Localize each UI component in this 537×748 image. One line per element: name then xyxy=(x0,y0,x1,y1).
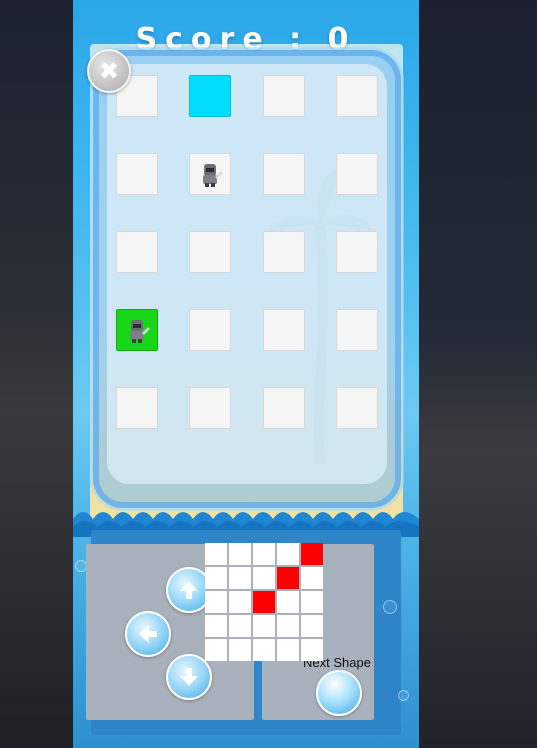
board-cell[interactable] xyxy=(336,153,378,195)
next-shape-cell xyxy=(301,591,323,613)
board-cell[interactable] xyxy=(263,153,305,195)
board-cell[interactable] xyxy=(116,153,158,195)
close-button[interactable]: ✖ xyxy=(87,49,131,93)
next-shape-cell xyxy=(205,639,227,661)
close-icon: ✖ xyxy=(98,57,120,85)
next-shape-cell xyxy=(253,639,275,661)
arrow-up-icon xyxy=(180,581,198,599)
next-shape-cell xyxy=(229,543,251,565)
board-cell[interactable] xyxy=(336,387,378,429)
next-shape-cell xyxy=(301,639,323,661)
next-shape-cell xyxy=(301,543,323,565)
next-shape-cell xyxy=(277,615,299,637)
next-shape-cell xyxy=(205,543,227,565)
move-left-button[interactable] xyxy=(125,611,171,657)
next-shape-cell xyxy=(253,567,275,589)
arrow-left-icon xyxy=(139,625,157,643)
next-shape-cell xyxy=(277,543,299,565)
bubble-decoration xyxy=(383,600,397,614)
next-shape-cell xyxy=(229,567,251,589)
board-cell[interactable] xyxy=(189,153,231,195)
background-right xyxy=(419,0,537,748)
board-cell[interactable] xyxy=(263,75,305,117)
next-shape-cell xyxy=(253,543,275,565)
knight-icon xyxy=(196,160,224,188)
next-shape-cell xyxy=(205,615,227,637)
board-cell[interactable] xyxy=(189,387,231,429)
board-cell[interactable] xyxy=(336,309,378,351)
next-shape-cell xyxy=(301,567,323,589)
next-shape-grid xyxy=(205,543,323,661)
next-shape-cell xyxy=(205,567,227,589)
board-cell[interactable] xyxy=(263,309,305,351)
board-frame xyxy=(93,50,401,508)
board-cell[interactable] xyxy=(263,231,305,273)
next-shape-cell xyxy=(229,615,251,637)
board-cell[interactable] xyxy=(189,309,231,351)
next-shape-cell xyxy=(229,639,251,661)
next-shape-cell xyxy=(253,591,275,613)
next-shape-cell xyxy=(277,591,299,613)
board-cell[interactable] xyxy=(263,387,305,429)
board-cell[interactable] xyxy=(116,231,158,273)
board-cell[interactable] xyxy=(189,231,231,273)
next-shape-cell xyxy=(277,639,299,661)
next-shape-cell xyxy=(301,615,323,637)
board-cell[interactable] xyxy=(116,309,158,351)
next-shape-cell xyxy=(253,615,275,637)
bubble-decoration xyxy=(398,690,409,701)
arrow-down-icon xyxy=(180,668,198,686)
next-shape-button[interactable] xyxy=(316,670,362,716)
board-cell[interactable] xyxy=(336,75,378,117)
background-left xyxy=(0,0,73,748)
board-cell[interactable] xyxy=(336,231,378,273)
board-cell[interactable] xyxy=(116,387,158,429)
knight-icon xyxy=(123,316,151,344)
next-shape-cell xyxy=(277,567,299,589)
next-shape-cell xyxy=(205,591,227,613)
board-cell[interactable] xyxy=(189,75,231,117)
next-shape-cell xyxy=(229,591,251,613)
